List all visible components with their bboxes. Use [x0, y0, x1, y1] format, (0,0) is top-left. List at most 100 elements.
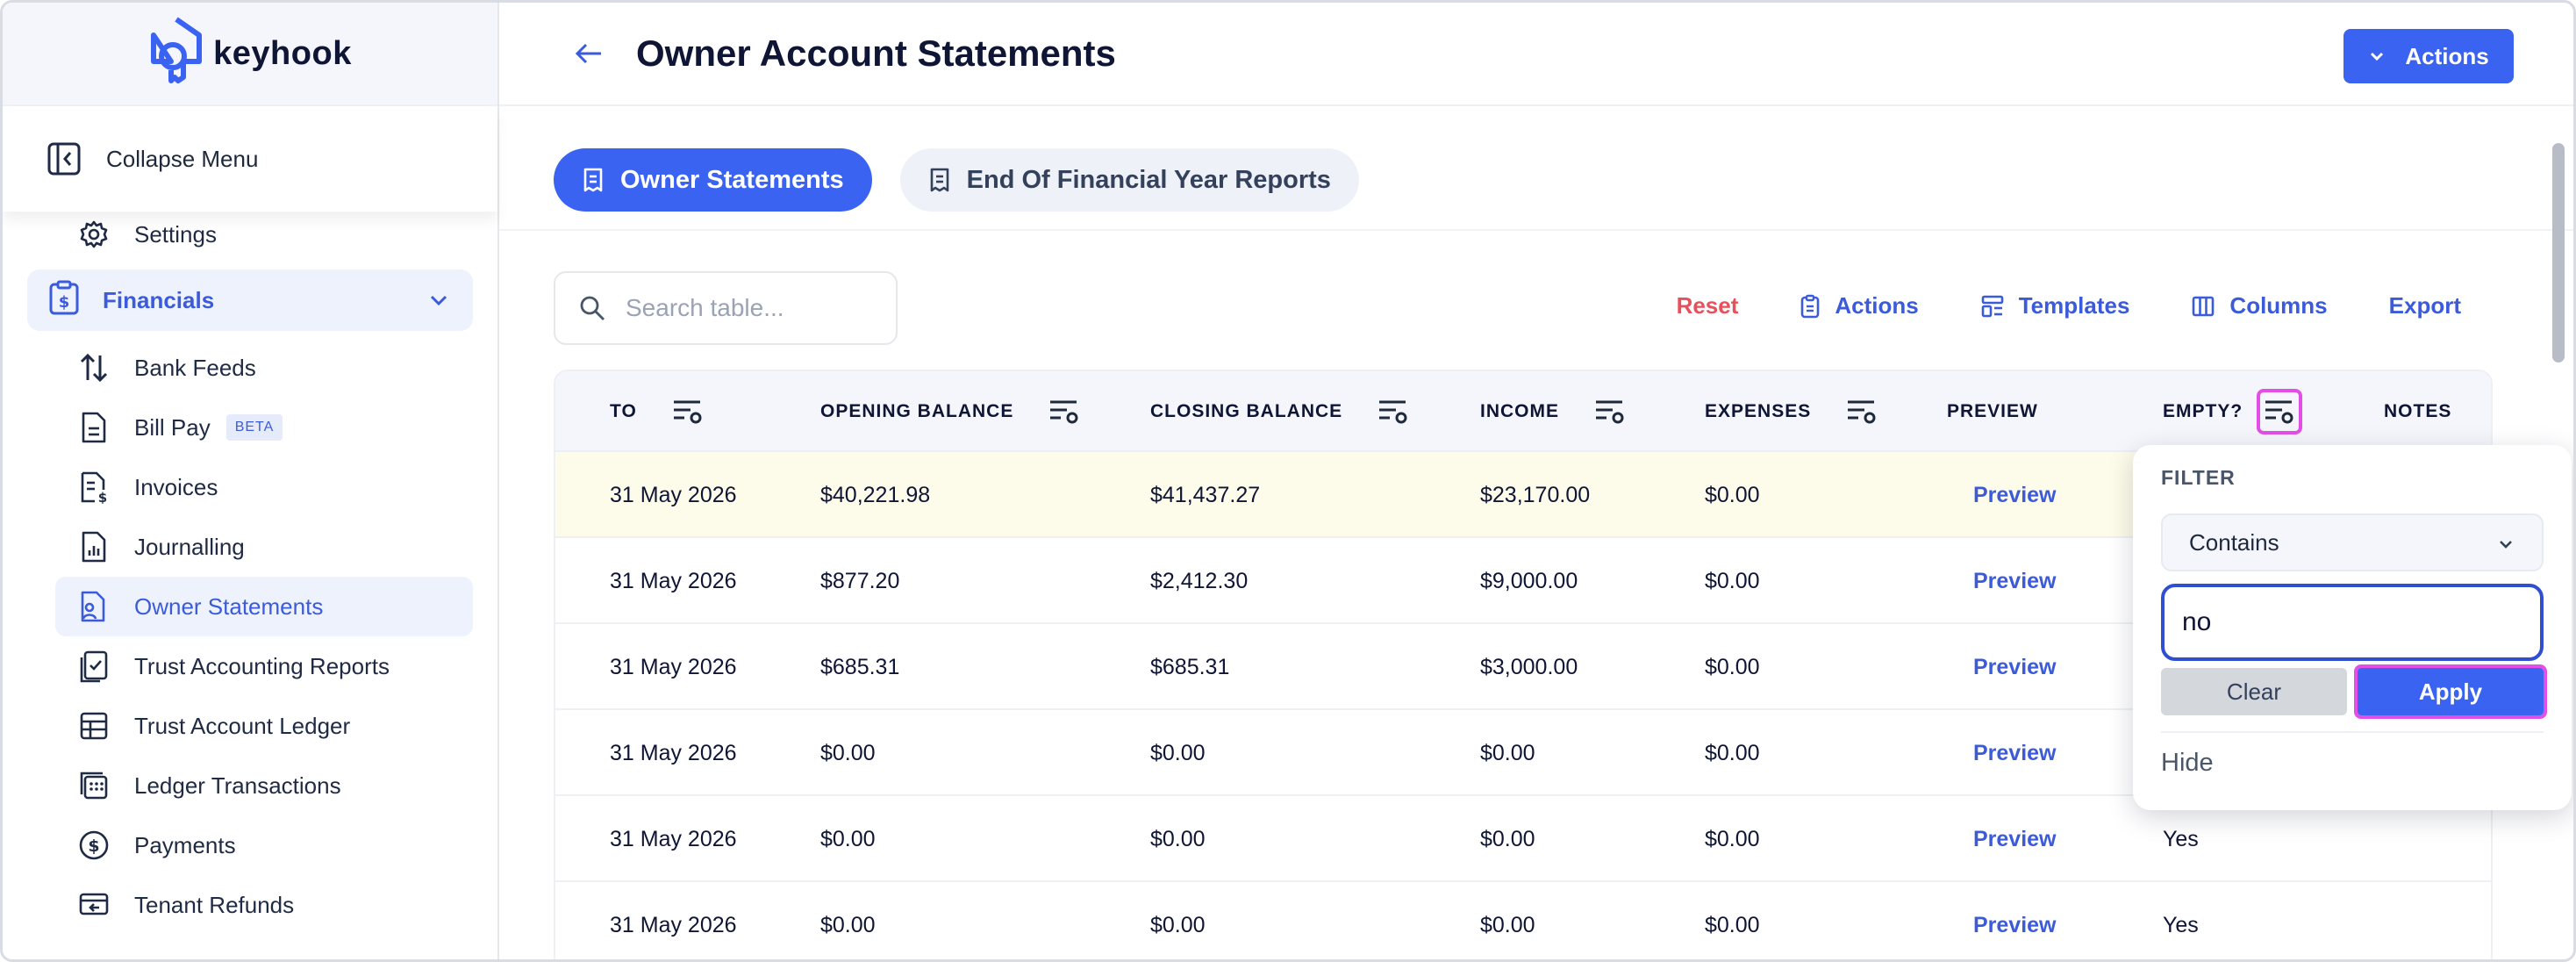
column-header-to[interactable]: TO: [610, 371, 705, 452]
header-actions-button[interactable]: Actions: [2343, 29, 2514, 83]
sidebar-item-label: Journalling: [134, 533, 245, 560]
sidebar-item-trust-account-ledger[interactable]: Trust Account Ledger: [3, 696, 497, 756]
table-actions-button[interactable]: Actions: [1800, 292, 1919, 319]
calculator-icon: [76, 768, 111, 803]
filter-clear-button[interactable]: Clear: [2161, 668, 2347, 715]
header-actions-label: Actions: [2405, 42, 2489, 69]
preview-link[interactable]: Preview: [1973, 882, 2057, 959]
column-label: CLOSING BALANCE: [1150, 401, 1343, 421]
tab-end-of-financial-year-reports[interactable]: End Of Financial Year Reports: [899, 148, 1359, 212]
cell-expenses: $0.00: [1705, 654, 1760, 679]
preview-link[interactable]: Preview: [1973, 624, 2057, 710]
chevron-down-icon: [430, 295, 447, 306]
table-icon: [76, 708, 111, 743]
preview-link[interactable]: Preview: [1973, 710, 2057, 796]
sidebar-item-journalling[interactable]: Journalling: [3, 517, 497, 577]
cell-income: $3,000.00: [1480, 654, 1578, 679]
beta-badge: BETA: [225, 414, 283, 441]
column-filter-icon[interactable]: [1376, 394, 1411, 429]
sidebar-item-bill-pay[interactable]: Bill Pay BETA: [3, 398, 497, 457]
templates-icon: [1981, 295, 2004, 317]
tab-label: End Of Financial Year Reports: [966, 165, 1331, 194]
preview-link[interactable]: Preview: [1973, 452, 2057, 538]
table-toolbar: Reset Actions Templates Columns Export: [1677, 292, 2461, 319]
sidebar-item-owner-statements[interactable]: Owner Statements: [55, 577, 473, 636]
sidebar-item-bank-feeds[interactable]: Bank Feeds: [3, 338, 497, 398]
cell-closing-balance: $0.00: [1150, 740, 1206, 765]
columns-button[interactable]: Columns: [2191, 292, 2328, 319]
sidebar-item-payments[interactable]: $ Payments: [3, 815, 497, 875]
sidebar-item-ledger-transactions[interactable]: Ledger Transactions: [3, 756, 497, 815]
cell-expenses: $0.00: [1705, 568, 1760, 593]
sidebar-item-tenant-refunds[interactable]: Tenant Refunds: [3, 875, 497, 935]
cell-opening-balance: $40,221.98: [820, 482, 931, 507]
sidebar-item-label: Ledger Transactions: [134, 772, 341, 799]
reset-button[interactable]: Reset: [1677, 292, 1739, 319]
receipt-icon: [930, 168, 948, 192]
cell-to: 31 May 2026: [610, 826, 737, 851]
filter-heading: FILTER: [2161, 466, 2236, 489]
filter-operator-value: Contains: [2189, 528, 2279, 556]
filter-value-input[interactable]: [2161, 584, 2544, 661]
tabs-divider: [499, 229, 2573, 231]
templates-button[interactable]: Templates: [1980, 292, 2129, 319]
column-header-closing-balance[interactable]: CLOSING BALANCE: [1150, 371, 1411, 452]
keyhook-logo-icon: [151, 17, 203, 83]
cell-to: 31 May 2026: [610, 568, 737, 593]
chevron-down-icon: [2500, 541, 2512, 549]
sidebar-item-label: Tenant Refunds: [134, 891, 295, 918]
column-header-opening-balance[interactable]: OPENING BALANCE: [820, 371, 1082, 452]
column-filter-icon[interactable]: [1844, 394, 1879, 429]
cell-closing-balance: $0.00: [1150, 826, 1206, 851]
column-header-income[interactable]: INCOME: [1480, 371, 1628, 452]
search-input[interactable]: [626, 294, 889, 322]
sidebar-item-label: Settings: [134, 220, 217, 248]
column-label: INCOME: [1480, 401, 1559, 421]
column-header-notes[interactable]: NOTES: [2384, 371, 2451, 452]
hide-column-button[interactable]: Hide: [2161, 749, 2214, 778]
table-actions-label: Actions: [1835, 292, 1919, 319]
cell-income: $23,170.00: [1480, 482, 1591, 507]
clipboard-check-icon: [76, 649, 111, 684]
sidebar-item-invoices[interactable]: $ Invoices: [3, 457, 497, 517]
preview-link[interactable]: Preview: [1973, 796, 2057, 882]
clipboard-icon: [1801, 294, 1820, 318]
page-title: Owner Account Statements: [636, 32, 1116, 74]
column-header-preview[interactable]: PREVIEW: [1947, 371, 2038, 452]
tab-owner-statements[interactable]: Owner Statements: [554, 148, 872, 212]
collapse-menu-button[interactable]: Collapse Menu: [3, 106, 497, 212]
preview-link[interactable]: Preview: [1973, 538, 2057, 624]
filter-apply-button[interactable]: Apply: [2354, 664, 2547, 719]
collapse-menu-label: Collapse Menu: [106, 145, 259, 172]
column-filter-icon[interactable]: [1592, 394, 1628, 429]
table-row[interactable]: 31 May 2026 $0.00 $0.00 $0.00 $0.00 Prev…: [555, 882, 2491, 959]
sidebar-item-label: Trust Account Ledger: [134, 712, 351, 739]
column-header-empty[interactable]: EMPTY?: [2163, 371, 2303, 452]
search-icon: [580, 296, 605, 320]
sidebar-nav: Settings $ Financials Bank Feeds Bill Pa…: [3, 212, 497, 935]
column-filter-icon[interactable]: [2257, 389, 2303, 434]
column-label: OPENING BALANCE: [820, 401, 1014, 421]
back-arrow-icon[interactable]: [571, 36, 606, 71]
column-header-expenses[interactable]: EXPENSES: [1705, 371, 1879, 452]
page-scrollbar[interactable]: [2552, 143, 2565, 363]
export-button[interactable]: Export: [2389, 292, 2461, 319]
column-label: EXPENSES: [1705, 401, 1812, 421]
sidebar-item-label: Invoices: [134, 473, 218, 500]
cell-income: $0.00: [1480, 826, 1535, 851]
sidebar-item-trust-accounting-reports[interactable]: Trust Accounting Reports: [3, 636, 497, 696]
sidebar-item-financials[interactable]: $ Financials: [27, 269, 473, 331]
logo[interactable]: keyhook: [3, 3, 497, 106]
filter-operator-select[interactable]: Contains: [2161, 513, 2544, 571]
sidebar-item-settings[interactable]: Settings: [3, 212, 497, 257]
table-search: [554, 271, 898, 345]
columns-label: Columns: [2229, 292, 2328, 319]
svg-text:$: $: [59, 293, 70, 312]
sidebar: keyhook Collapse Menu Settings $ Financi…: [3, 3, 499, 959]
cell-expenses: $0.00: [1705, 740, 1760, 765]
chevron-down-icon: [2371, 52, 2384, 61]
cell-closing-balance: $2,412.30: [1150, 568, 1249, 593]
receipt-icon: [583, 168, 603, 192]
column-filter-icon[interactable]: [1047, 394, 1082, 429]
column-filter-icon[interactable]: [670, 394, 705, 429]
